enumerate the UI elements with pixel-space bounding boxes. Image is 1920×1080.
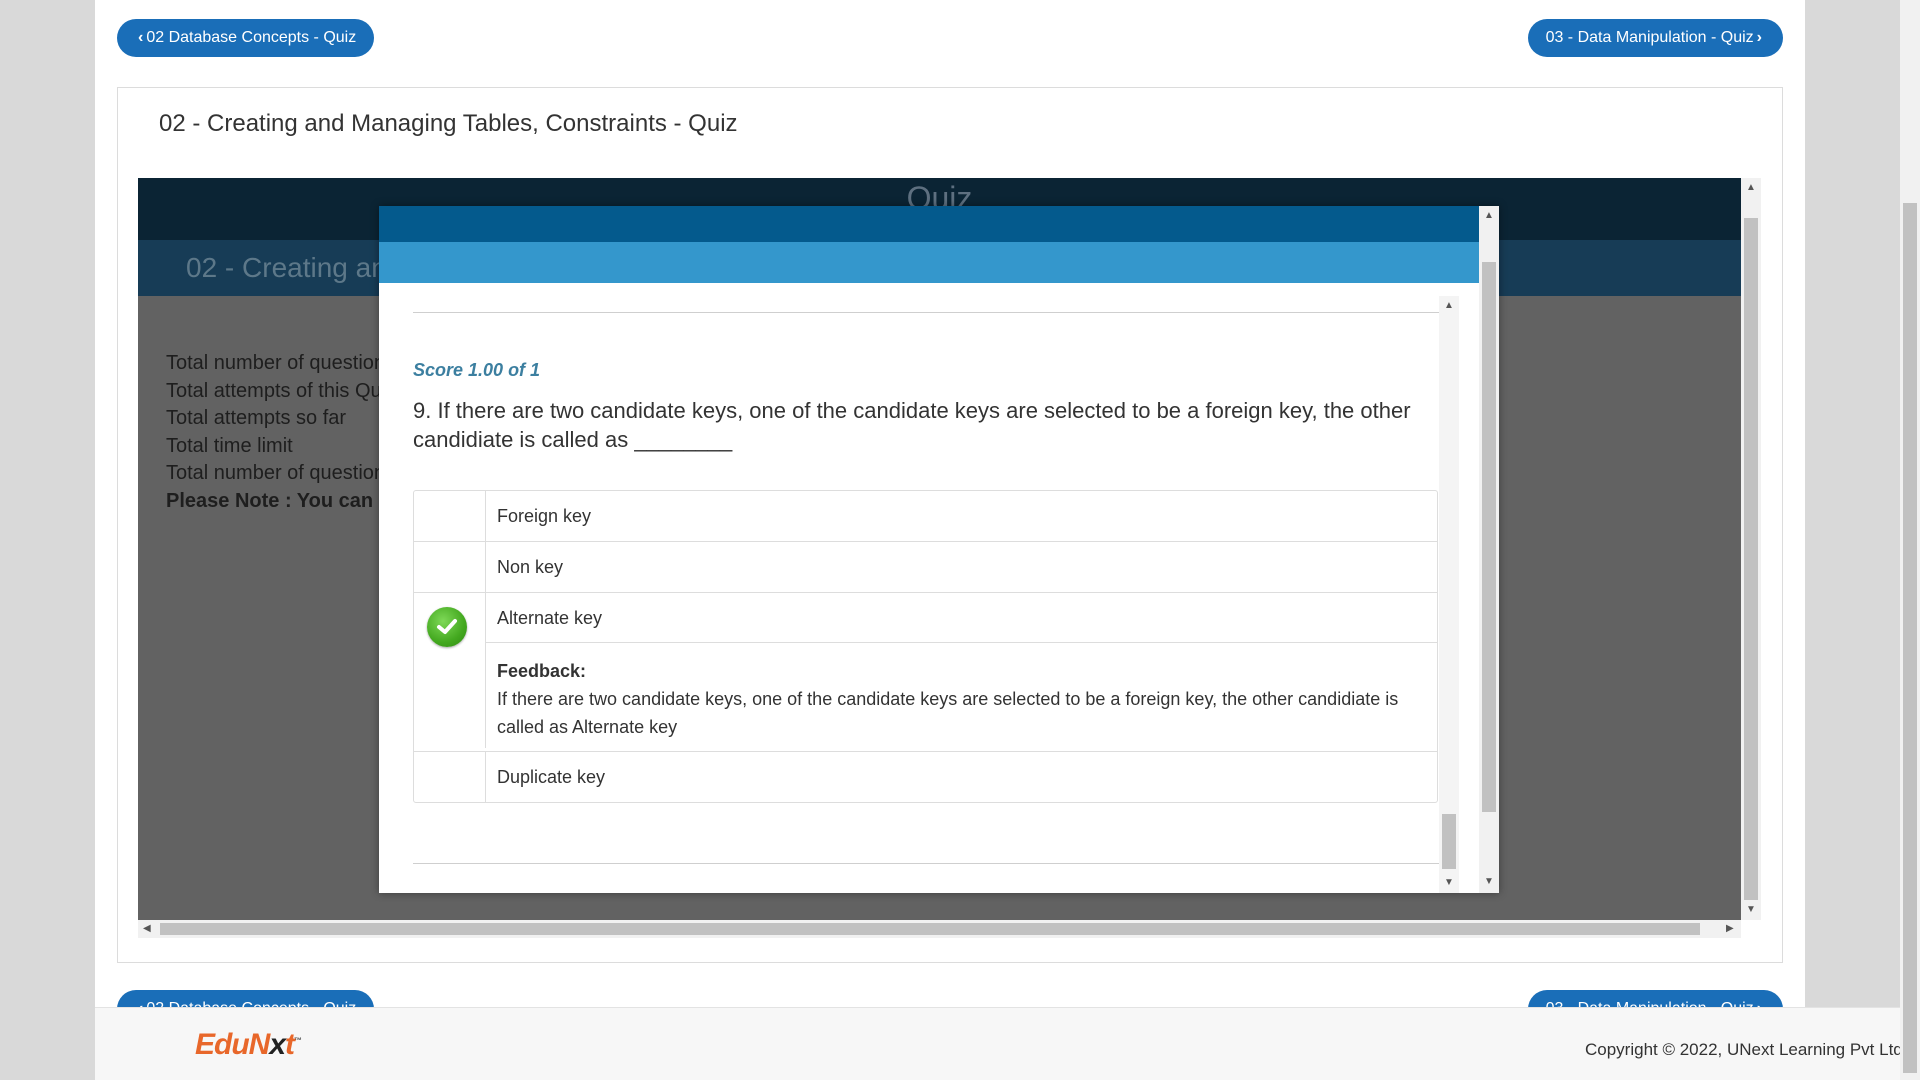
scrollbar-thumb[interactable] (160, 923, 1700, 935)
scrollbar-thumb[interactable] (1744, 218, 1758, 900)
question-panel-scrollbar[interactable]: ▲ ▼ (1439, 296, 1459, 893)
chevron-left-icon: ‹ (138, 29, 144, 46)
answer-marker (414, 593, 486, 748)
trademark-mark: ™ (294, 1036, 302, 1045)
scrollbar-thumb[interactable] (1442, 814, 1456, 869)
modal-header (379, 206, 1479, 242)
answer-row: Non key (414, 542, 1437, 593)
check-circle-icon (427, 607, 467, 647)
info-line: Total attempts of this Quiz (166, 379, 397, 402)
divider (413, 312, 1439, 313)
scrollbar-thumb[interactable] (1482, 262, 1496, 812)
iframe-vertical-scrollbar[interactable]: ▲ ▼ (1741, 178, 1761, 920)
answer-label: Alternate key (486, 593, 1437, 643)
next-quiz-button[interactable]: 03 - Data Manipulation - Quiz › (1527, 19, 1783, 57)
question-text: 9. If there are two candidate keys, one … (413, 398, 1411, 452)
scrollbar-thumb[interactable] (1903, 203, 1917, 1073)
info-note: Please Note : You can (166, 489, 374, 512)
modal-vertical-scrollbar[interactable]: ▲ ▼ (1479, 206, 1499, 893)
logo-text-b: x (269, 1028, 286, 1061)
copyright-text: Copyright © 2022, UNext Learning Pvt Ltd… (1585, 1040, 1908, 1059)
info-line: Total time limit (166, 434, 293, 457)
edunxt-logo[interactable]: EduNxt™ (195, 1028, 302, 1062)
prev-quiz-label: 02 Database Concepts - Quiz (146, 29, 357, 46)
logo-text-a: EduN (195, 1028, 270, 1061)
quiz-info: Total number of questions Total attempts… (166, 350, 396, 515)
page-title: 02 - Creating and Managing Tables, Const… (159, 110, 738, 137)
scroll-up-icon[interactable]: ▲ (1444, 300, 1454, 312)
prev-quiz-button[interactable]: ‹ 02 Database Concepts - Quiz (117, 19, 375, 57)
scroll-down-icon[interactable]: ▼ (1484, 876, 1494, 888)
score-text: Score 1.00 of 1 (413, 360, 541, 380)
feedback-block: Feedback: If there are two candidate key… (486, 643, 1437, 751)
feedback-title: Feedback: (497, 661, 587, 681)
answer-marker (414, 491, 486, 541)
logo-text-c: t (285, 1028, 295, 1061)
correct-answer-body: Alternate key Feedback: If there are two… (486, 593, 1437, 751)
scroll-down-icon[interactable]: ▼ (1746, 904, 1756, 916)
iframe-horizontal-scrollbar[interactable]: ◀ ▶ (138, 920, 1741, 938)
question-panel: Score 1.00 of 1 9. If there are two cand… (413, 296, 1459, 893)
divider (413, 863, 1439, 864)
answer-table: Foreign key Non key Alternate key Feedba… (413, 490, 1438, 803)
info-line: Total attempts so far (166, 407, 347, 429)
scroll-down-icon[interactable]: ▼ (1444, 877, 1454, 889)
info-line: Total number of questions (166, 462, 396, 484)
footer: EduNxt™ Copyright © 2022, UNext Learning… (95, 1007, 1920, 1080)
modal-header-band (379, 242, 1479, 283)
page-vertical-scrollbar[interactable] (1900, 0, 1920, 1080)
scroll-right-icon[interactable]: ▶ (1726, 923, 1734, 935)
next-quiz-label: 03 - Data Manipulation - Quiz (1545, 29, 1754, 46)
answer-marker (414, 752, 486, 802)
scroll-up-icon[interactable]: ▲ (1484, 210, 1494, 222)
question-review-modal: ▲ ▼ Score 1.00 of 1 9. If there are two … (379, 206, 1499, 893)
chevron-right-icon: › (1756, 29, 1762, 46)
answer-row: Duplicate key (414, 752, 1437, 802)
scroll-up-icon[interactable]: ▲ (1746, 182, 1756, 194)
feedback-text: If there are two candidate keys, one of … (497, 689, 1399, 737)
answer-marker (414, 542, 486, 592)
answer-row: Foreign key (414, 491, 1437, 542)
answer-row-correct: Alternate key Feedback: If there are two… (414, 593, 1437, 752)
info-line: Total number of questions (166, 352, 396, 374)
answer-label: Non key (497, 557, 564, 577)
scroll-left-icon[interactable]: ◀ (143, 923, 151, 935)
answer-label: Duplicate key (497, 767, 606, 787)
answer-label: Foreign key (497, 506, 592, 526)
